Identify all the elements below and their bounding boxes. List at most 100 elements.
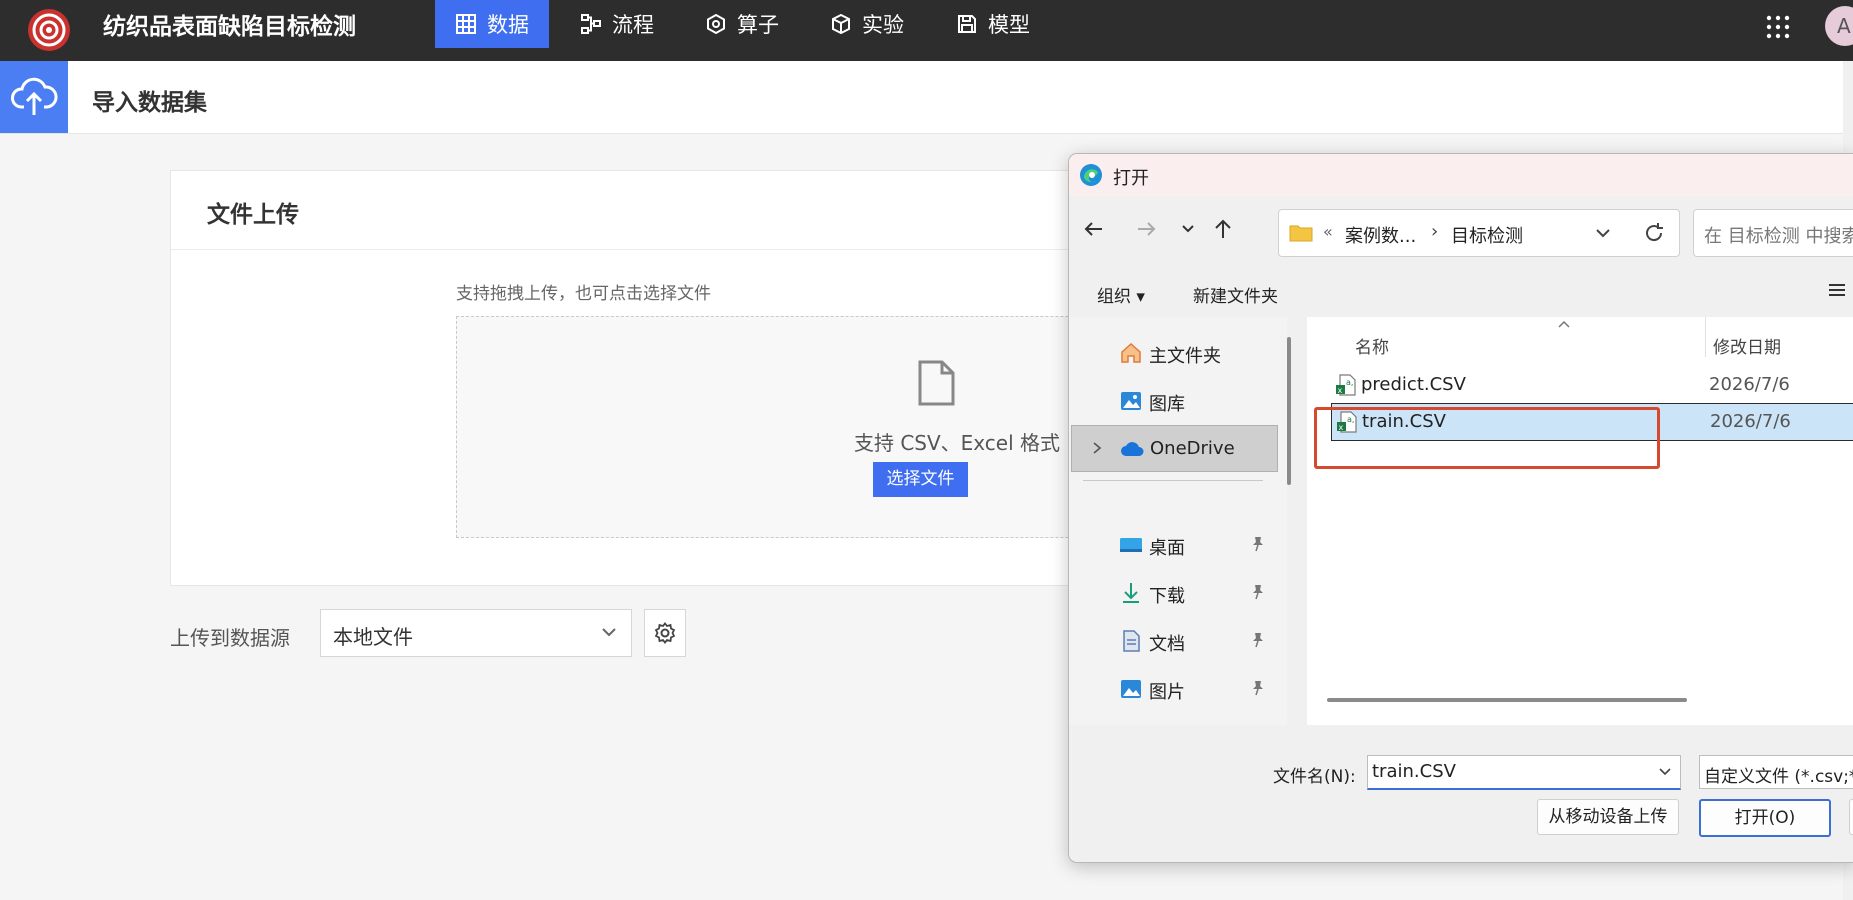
save-icon	[958, 15, 976, 33]
arrow-up-icon	[1215, 219, 1231, 238]
column-divider[interactable]	[1705, 317, 1706, 357]
nav-label: 模型	[988, 13, 1030, 37]
pin-icon[interactable]	[1251, 536, 1265, 552]
filename-input[interactable]: train.CSV	[1367, 755, 1681, 790]
recent-locations-button[interactable]	[1173, 214, 1203, 244]
sidebar-item-onedrive[interactable]: OneDrive	[1071, 425, 1278, 472]
operator-icon	[707, 13, 725, 35]
breadcrumb-segment[interactable]: 案例数...	[1345, 222, 1416, 248]
open-button[interactable]: 打开(O)	[1699, 799, 1831, 837]
sidebar-item-label: 图片	[1149, 682, 1185, 703]
sidebar-item-downloads[interactable]: 下载	[1071, 570, 1276, 615]
datasource-label: 上传到数据源	[170, 626, 290, 650]
choose-file-button[interactable]: 选择文件	[873, 462, 968, 497]
datasource-select[interactable]: 本地文件	[320, 609, 632, 657]
forward-button[interactable]	[1131, 214, 1161, 244]
organize-menu[interactable]: 组织 ▾	[1097, 282, 1145, 307]
sidebar-item-desktop[interactable]: 桌面	[1071, 522, 1276, 567]
sidebar-item-documents[interactable]: 文档	[1071, 618, 1276, 663]
file-type-filter[interactable]: 自定义文件 (*.csv;*	[1699, 755, 1853, 789]
filename-label: 文件名(N):	[1273, 767, 1356, 787]
datasource-settings-button[interactable]	[644, 609, 686, 657]
apps-grid-icon[interactable]	[1765, 14, 1791, 40]
filename-value: train.CSV	[1372, 761, 1456, 782]
new-folder-button[interactable]: 新建文件夹	[1193, 282, 1278, 307]
sidebar-item-home[interactable]: 主文件夹	[1071, 330, 1276, 375]
file-icon	[918, 360, 955, 406]
column-header-name[interactable]: 名称	[1355, 333, 1389, 358]
file-list: 名称 修改日期 x a, predict.CSV 2026/7/6 x a, tra…	[1307, 317, 1853, 725]
sidebar-item-label: 图库	[1149, 394, 1185, 415]
csv-file-icon: xa,	[1336, 374, 1356, 396]
file-name: predict.CSV	[1361, 374, 1466, 395]
desktop-icon	[1120, 538, 1142, 552]
back-button[interactable]	[1079, 214, 1109, 244]
nav-label: 算子	[737, 13, 779, 37]
nav-experiment[interactable]: 实验	[830, 0, 904, 48]
navigation-pane: 主文件夹 图库 OneDrive 桌面 下载 文档 图片	[1069, 317, 1287, 725]
file-row[interactable]: x a, predict.CSV 2026/7/6	[1331, 367, 1853, 403]
chevron-down-icon	[1182, 225, 1194, 233]
page-header: 导入数据集	[0, 61, 1853, 134]
document-icon	[1123, 630, 1140, 652]
address-bar[interactable]: « 案例数... › 目标检测	[1278, 209, 1680, 257]
sidebar-item-label: 主文件夹	[1149, 346, 1221, 367]
file-date: 2026/7/6	[1709, 374, 1790, 395]
nav-flow[interactable]: 流程	[580, 0, 654, 48]
chevron-down-icon[interactable]	[1595, 228, 1611, 238]
up-button[interactable]	[1208, 214, 1238, 244]
nav-operator[interactable]: 算子	[705, 0, 779, 48]
sidebar-item-music[interactable]: 音乐	[1071, 714, 1276, 725]
cube-icon	[832, 13, 850, 35]
breadcrumb-separator: ›	[1431, 221, 1439, 242]
svg-text:x: x	[1338, 386, 1343, 395]
nav-data[interactable]: 数据	[435, 0, 549, 48]
file-list-scrollbar[interactable]	[1327, 698, 1687, 702]
download-icon	[1123, 583, 1139, 603]
table-icon	[456, 14, 476, 34]
navigation-scrollbar[interactable]	[1287, 337, 1291, 485]
upload-tile	[0, 61, 68, 133]
arrow-left-icon	[1084, 222, 1102, 236]
pin-icon[interactable]	[1251, 632, 1265, 648]
arrow-right-icon	[1138, 222, 1156, 236]
pin-icon[interactable]	[1251, 584, 1265, 600]
sidebar-item-label: 桌面	[1149, 538, 1185, 559]
search-placeholder: 在 目标检测 中搜索	[1704, 226, 1853, 247]
pin-icon[interactable]	[1251, 680, 1265, 696]
sidebar-item-label: OneDrive	[1150, 438, 1235, 459]
avatar[interactable]: A	[1825, 6, 1853, 46]
refresh-icon[interactable]	[1643, 222, 1665, 244]
breadcrumb-segment[interactable]: 目标检测	[1451, 222, 1523, 248]
breadcrumb-overflow[interactable]: «	[1323, 222, 1333, 241]
nav-model[interactable]: 模型	[956, 0, 1030, 48]
divider	[1083, 480, 1263, 481]
cloud-upload-icon	[11, 77, 58, 115]
sidebar-item-pictures[interactable]: 图片	[1071, 666, 1276, 711]
app-title: 纺织品表面缺陷目标检测	[103, 14, 356, 40]
chevron-down-icon[interactable]	[1658, 767, 1672, 777]
search-input[interactable]: 在 目标检测 中搜索	[1693, 209, 1853, 257]
page-title: 导入数据集	[92, 90, 207, 116]
view-options-icon[interactable]	[1827, 282, 1847, 298]
sidebar-item-label: 下载	[1149, 586, 1185, 607]
gallery-icon	[1121, 392, 1141, 410]
folder-icon	[1289, 225, 1313, 242]
dialog-title: 打开	[1113, 168, 1149, 189]
app-logo-icon	[28, 9, 70, 51]
upload-from-mobile-button[interactable]: 从移动设备上传	[1537, 799, 1679, 835]
column-header-date[interactable]: 修改日期	[1713, 333, 1781, 358]
nav-label: 流程	[612, 13, 654, 37]
dialog-titlebar: 打开	[1069, 154, 1853, 196]
home-icon	[1121, 342, 1141, 363]
cloud-icon	[1121, 442, 1144, 456]
svg-text:a,: a,	[1346, 378, 1353, 387]
edge-browser-icon	[1080, 164, 1102, 186]
datasource-value: 本地文件	[333, 625, 413, 649]
cancel-button[interactable]	[1849, 799, 1853, 835]
selection-highlight	[1314, 407, 1660, 469]
sidebar-item-gallery[interactable]: 图库	[1071, 378, 1276, 423]
nav-label: 实验	[862, 13, 904, 37]
gear-icon	[654, 622, 676, 644]
chevron-right-icon[interactable]	[1092, 441, 1102, 455]
